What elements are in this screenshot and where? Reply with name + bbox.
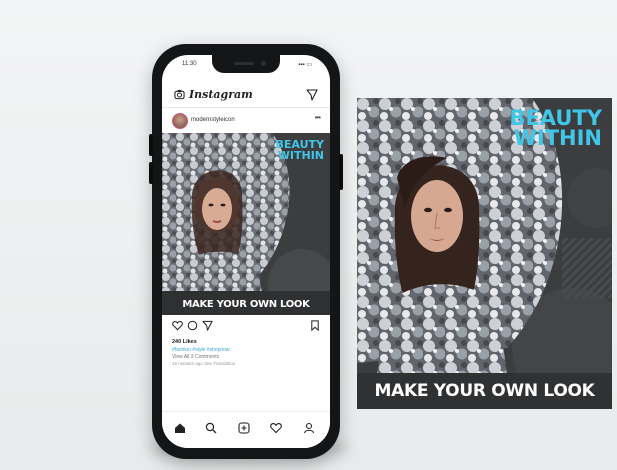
heart-icon[interactable] — [172, 320, 183, 331]
post-image[interactable]: BEAUTY WITHIN MAKE YOUR OWN LOOK — [162, 133, 330, 315]
instagram-header: Instagram — [162, 83, 330, 108]
camera-icon[interactable] — [174, 89, 185, 100]
post-actions — [162, 317, 330, 337]
post-caption[interactable]: #fashion #style #shopnow — [172, 347, 230, 353]
share-icon[interactable] — [202, 320, 213, 331]
post-title-line2: WITHIN — [277, 149, 324, 162]
post-title: BEAUTY WITHIN — [276, 139, 324, 161]
power-button — [339, 154, 343, 190]
bottom-tab-bar — [162, 411, 330, 448]
phone-screen: 11:30 ▪▪▪ ▭ Instagram modernstyleicon ••… — [162, 55, 330, 448]
post-tagline: MAKE YOUR OWN LOOK — [182, 299, 310, 310]
more-options-icon[interactable]: ••• — [315, 113, 321, 122]
status-signal: ▪▪▪ ▭ — [298, 62, 312, 68]
phone-mockup: 11:30 ▪▪▪ ▭ Instagram modernstyleicon ••… — [149, 44, 343, 459]
post-username[interactable]: modernstyleicon — [191, 117, 235, 123]
post-meta: 15 minutes ago See Translation — [172, 361, 236, 366]
status-time: 11:30 — [182, 61, 197, 67]
view-comments-link[interactable]: View All 3 Comments — [172, 354, 219, 360]
volume-down-button — [149, 162, 153, 184]
poster-title-line2: WITHIN — [513, 126, 602, 150]
bookmark-icon[interactable] — [310, 320, 320, 331]
activity-icon[interactable] — [270, 422, 282, 434]
likes-count: 240 Likes — [172, 339, 197, 345]
direct-message-icon[interactable] — [306, 89, 318, 101]
profile-icon[interactable] — [303, 422, 315, 434]
comment-icon[interactable] — [187, 320, 198, 331]
post-header: modernstyleicon ••• — [162, 109, 330, 133]
notch — [212, 55, 280, 73]
add-post-icon[interactable] — [238, 422, 250, 434]
poster-tagline: MAKE YOUR OWN LOOK — [374, 381, 595, 401]
volume-up-button — [149, 134, 153, 156]
instagram-logo: Instagram — [189, 88, 253, 101]
poster-creative: BEAUTY WITHIN MAKE YOUR OWN LOOK — [357, 98, 612, 409]
mockup-scene: 11:30 ▪▪▪ ▭ Instagram modernstyleicon ••… — [0, 0, 617, 470]
search-icon[interactable] — [205, 422, 217, 434]
avatar[interactable] — [172, 113, 188, 129]
home-icon[interactable] — [174, 422, 186, 434]
poster-title-line1: BEAUTY — [509, 106, 602, 130]
poster-title: BEAUTY WITHIN — [509, 106, 602, 150]
